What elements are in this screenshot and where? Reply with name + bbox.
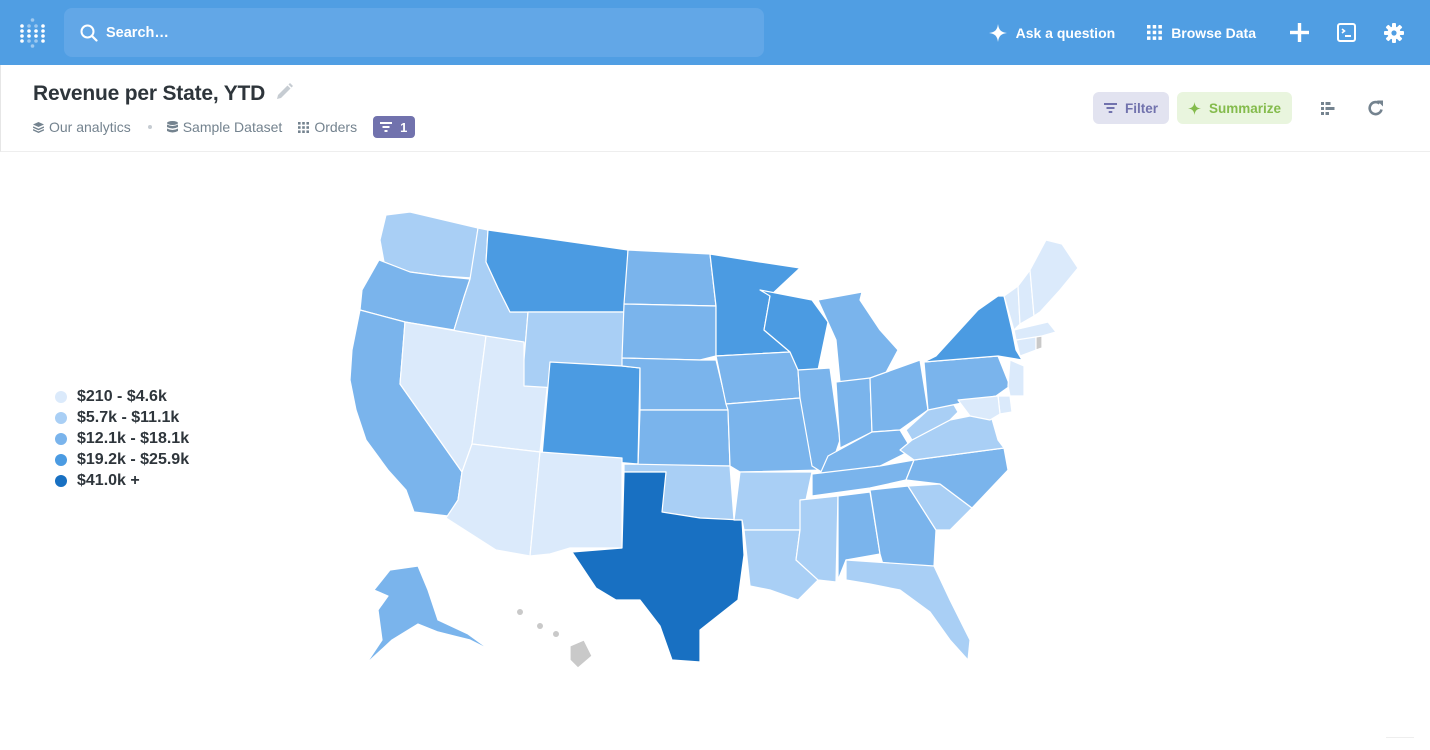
breadcrumb-separator	[147, 125, 152, 129]
breadcrumb-collection[interactable]: Our analytics	[33, 119, 131, 135]
plus-icon	[1290, 23, 1309, 42]
breadcrumb-table[interactable]: Orders	[298, 119, 357, 135]
state-nd[interactable]	[623, 249, 717, 307]
metabase-logo-icon[interactable]	[18, 17, 48, 49]
terminal-icon	[1337, 23, 1356, 42]
us-choropleth-map	[0, 152, 1430, 750]
state-ak[interactable]	[365, 565, 491, 665]
state-hi-island[interactable]	[517, 609, 523, 615]
state-hi-island[interactable]	[537, 623, 543, 629]
breadcrumb-database[interactable]: Sample Dataset	[166, 119, 283, 135]
state-ks[interactable]	[637, 409, 731, 467]
state-nm[interactable]	[529, 451, 623, 557]
filter-button[interactable]: Filter	[1092, 92, 1169, 124]
resize-handle	[1386, 737, 1414, 738]
breadcrumb-table-label: Orders	[314, 119, 358, 135]
refresh-icon	[1368, 100, 1383, 116]
pencil-icon	[277, 83, 293, 99]
show-editor-button[interactable]	[1312, 92, 1344, 124]
sparkle-icon	[988, 23, 1007, 42]
filter-icon	[1103, 103, 1117, 113]
browse-data-label: Browse Data	[1171, 24, 1256, 41]
summarize-button[interactable]: Summarize	[1176, 92, 1292, 124]
filter-button-label: Filter	[1124, 100, 1158, 116]
state-nj[interactable]	[1007, 359, 1025, 397]
state-ma[interactable]	[1013, 321, 1057, 341]
top-navbar: Search… Ask a question Browse Data	[0, 0, 1430, 65]
new-button[interactable]	[1290, 23, 1309, 42]
state-ia[interactable]	[715, 351, 801, 405]
database-icon	[166, 121, 178, 133]
state-me[interactable]	[1029, 239, 1079, 317]
gear-icon	[1384, 22, 1404, 43]
state-ri[interactable]	[1035, 335, 1043, 351]
state-fl[interactable]	[845, 559, 971, 661]
search-placeholder: Search…	[106, 24, 169, 41]
browse-data-button[interactable]: Browse Data	[1147, 25, 1256, 41]
grid-icon	[1147, 25, 1163, 40]
native-query-button[interactable]	[1337, 23, 1356, 42]
collection-icon	[33, 121, 44, 133]
state-co[interactable]	[541, 361, 641, 465]
state-md[interactable]	[957, 395, 1001, 421]
search-input[interactable]: Search…	[64, 8, 764, 57]
settings-button[interactable]	[1384, 22, 1404, 43]
filter-count-badge[interactable]: 1	[373, 116, 416, 138]
table-icon	[298, 121, 310, 133]
breadcrumb-collection-label: Our analytics	[49, 119, 131, 135]
filter-count: 1	[400, 119, 408, 135]
filter-icon	[380, 122, 393, 132]
breadcrumb: Our analytics Sample Dataset Orders 1	[33, 116, 416, 138]
state-hi-island[interactable]	[553, 631, 559, 637]
ask-question-label: Ask a question	[1015, 24, 1116, 41]
breadcrumb-database-label: Sample Dataset	[182, 119, 283, 135]
edit-title-button[interactable]	[275, 83, 293, 106]
notebook-icon	[1321, 101, 1335, 115]
state-hi[interactable]	[569, 639, 593, 669]
refresh-button[interactable]	[1360, 92, 1392, 124]
state-mt[interactable]	[485, 229, 629, 313]
sparkle-icon	[1187, 101, 1201, 115]
search-icon	[80, 24, 98, 42]
map-canvas	[349, 211, 1079, 669]
question-header: Revenue per State, YTD Our analytics Sam…	[0, 65, 1430, 152]
state-sd[interactable]	[621, 303, 717, 361]
ask-question-button[interactable]: Ask a question	[988, 23, 1116, 42]
summarize-button-label: Summarize	[1208, 100, 1281, 116]
page-title: Revenue per State, YTD	[33, 82, 266, 105]
